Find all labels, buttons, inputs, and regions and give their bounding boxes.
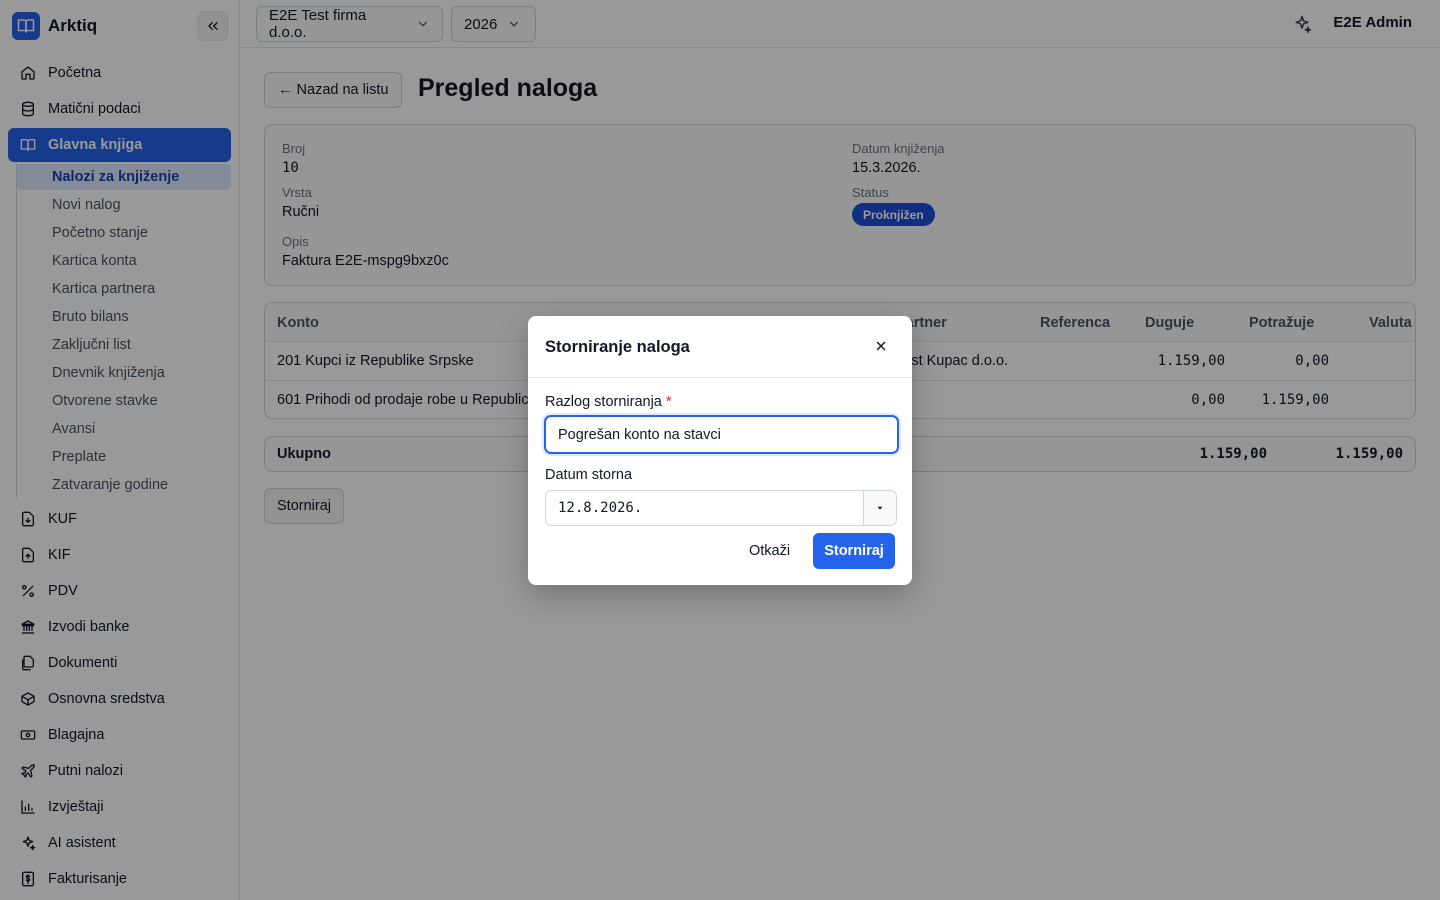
cancel-button[interactable]: Otkaži (738, 533, 801, 569)
dialog-divider (528, 377, 912, 378)
date-picker-button[interactable] (863, 490, 897, 526)
caret-down-icon (877, 506, 883, 510)
dialog-title: Storniranje naloga (545, 338, 690, 356)
storno-dialog: Storniranje naloga Razlog storniranja* D… (528, 316, 912, 585)
reason-label: Razlog storniranja * (545, 394, 672, 410)
date-input[interactable] (545, 490, 864, 526)
close-icon[interactable] (874, 339, 888, 353)
confirm-storno-button[interactable]: Storniraj (813, 533, 895, 569)
reason-label-text: Razlog storniranja (545, 394, 662, 410)
required-marker: * (665, 394, 672, 410)
reason-input[interactable] (544, 415, 899, 454)
date-label: Datum storna (545, 467, 633, 483)
